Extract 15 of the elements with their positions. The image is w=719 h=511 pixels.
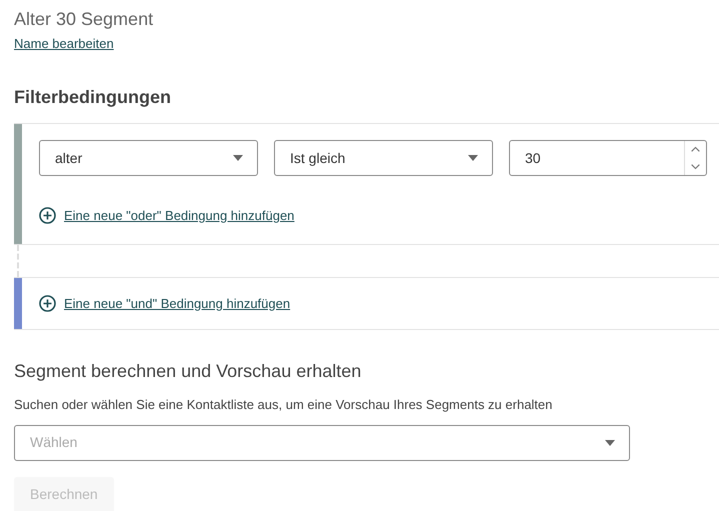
number-input[interactable]: 30 — [509, 140, 707, 176]
preview-heading: Segment berechnen und Vorschau erhalten — [14, 360, 362, 383]
plus-circle-icon — [39, 207, 56, 224]
segment-title: Alter 30 Segment — [14, 8, 154, 30]
operator-select[interactable]: Ist gleich — [274, 140, 493, 176]
field-select[interactable]: alter — [39, 140, 258, 176]
add-condition-link[interactable]: Eine neue "oder" Bedingung hinzufügen — [64, 206, 294, 226]
add-condition-link[interactable]: Eine neue "und" Bedingung hinzufügen — [64, 294, 290, 313]
dropdown-caret-icon — [233, 155, 243, 161]
edit-name-link[interactable]: Name bearbeiten — [14, 34, 114, 54]
plus-circle-icon — [39, 294, 56, 312]
dropdown-caret-icon — [605, 440, 615, 446]
filter-heading: Filterbedingungen — [14, 86, 172, 109]
dropdown-caret-icon — [468, 155, 478, 161]
preview-description: Suchen oder wählen Sie eine Kontaktliste aus, um eine Vorschau Ihres Segments zu erhalten — [14, 396, 554, 414]
